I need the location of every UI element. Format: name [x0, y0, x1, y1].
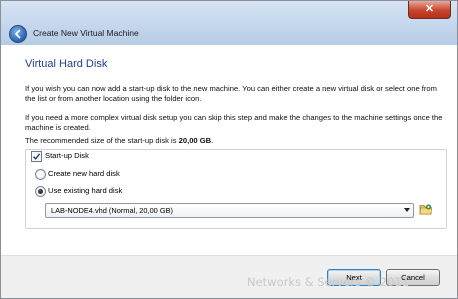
startup-disk-label: Start-up Disk [45, 151, 89, 160]
wizard-content: Virtual Hard Disk If you wish you can no… [1, 45, 457, 255]
existing-disk-select[interactable]: LAB-NODE4.vhd (Normal, 20,00 GB) [45, 203, 414, 218]
recommended-size-value: 20,00 GB [178, 136, 212, 145]
wizard-window: ✕ Create New Virtual Machine Virtual Har… [0, 0, 458, 299]
page-heading: Virtual Hard Disk [25, 58, 108, 70]
create-new-disk-label: Create new hard disk [48, 169, 120, 178]
recommended-size-prefix: The recommended size of the start-up dis… [25, 136, 179, 145]
recommended-size-suffix: . [211, 136, 214, 145]
selected-disk-value: LAB-NODE4.vhd (Normal, 20,00 GB) [51, 206, 173, 215]
window-title: Create New Virtual Machine [33, 28, 139, 38]
title-bar: ✕ Create New Virtual Machine [1, 1, 457, 45]
create-new-disk-radio[interactable] [35, 169, 46, 180]
browse-folder-button[interactable] [419, 202, 433, 216]
watermark-text: Networks & Servers © 2011 [247, 275, 410, 289]
checkmark-icon [32, 153, 41, 160]
use-existing-disk-radio[interactable] [35, 186, 46, 197]
back-arrow-icon [15, 29, 21, 39]
close-button[interactable]: ✕ [408, 1, 451, 19]
intro-paragraph: If you wish you can now add a start-up d… [25, 84, 437, 103]
advanced-paragraph: If you need a more complex virtual disk … [25, 113, 443, 132]
recommended-size-paragraph: The recommended size of the start-up dis… [25, 136, 445, 146]
use-existing-disk-label: Use existing hard disk [48, 186, 123, 195]
back-button[interactable] [9, 25, 27, 43]
folder-icon [419, 204, 433, 215]
startup-disk-checkbox[interactable] [31, 151, 42, 162]
chevron-down-icon [404, 208, 410, 212]
